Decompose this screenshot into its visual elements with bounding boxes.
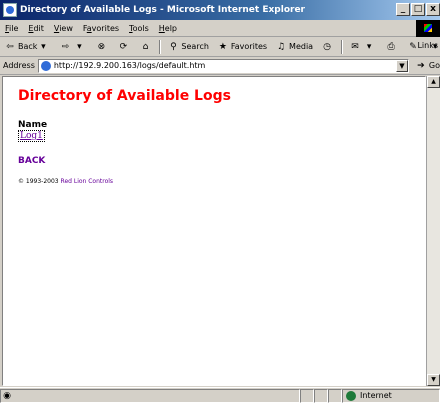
mail-icon: ✉ [351, 41, 359, 52]
forward-arrow-icon: ⇨ [61, 41, 70, 52]
home-button[interactable]: ⌂ [135, 38, 157, 56]
refresh-icon: ⟳ [119, 41, 128, 52]
toolbar-separator [159, 39, 162, 54]
forward-button[interactable]: ⇨ ▾ [55, 38, 91, 56]
company-link[interactable]: Red Lion Controls [61, 178, 114, 185]
print-button[interactable]: ⎙ [381, 38, 403, 56]
scroll-up-icon[interactable]: ▲ [427, 76, 440, 88]
window-title: Directory of Available Logs - Microsoft … [20, 5, 305, 15]
status-pane [314, 388, 328, 403]
page-status-icon: ◉ [3, 390, 11, 401]
page-content: Directory of Available Logs Name Log1 BA… [2, 76, 426, 386]
vertical-scrollbar[interactable]: ▲ ▼ [426, 76, 440, 386]
address-label: Address [3, 61, 35, 70]
go-arrow-icon: ➔ [417, 60, 425, 71]
menu-help[interactable]: Help [154, 24, 182, 33]
address-input[interactable]: http://192.9.200.163/logs/default.htm ▼ [37, 58, 409, 73]
menu-file[interactable]: File [0, 24, 23, 33]
go-button[interactable]: ➔ Go [415, 60, 440, 72]
menu-bar: File Edit View Favorites Tools Help [0, 20, 440, 37]
copyright-notice: © 1993-2003 Red Lion Controls [18, 178, 114, 185]
name-column-header: Name [18, 120, 48, 130]
page-title: Directory of Available Logs [18, 88, 231, 104]
favorites-button[interactable]: ★ Favorites [213, 38, 271, 56]
window-controls: _ □ x [396, 3, 440, 16]
links-label[interactable]: Links [417, 41, 438, 50]
log-link[interactable]: Log1 [18, 130, 45, 142]
status-pane [328, 388, 342, 403]
window-titlebar: Directory of Available Logs - Microsoft … [0, 0, 440, 20]
internet-zone-icon [346, 390, 356, 401]
back-arrow-icon: ⇦ [6, 41, 14, 52]
stop-button[interactable]: ⊗ [91, 38, 113, 56]
dropdown-icon: ▾ [77, 41, 82, 52]
maximize-button[interactable]: □ [411, 3, 425, 16]
scroll-down-icon[interactable]: ▼ [427, 374, 440, 386]
mail-button[interactable]: ✉ ▾ [345, 38, 381, 56]
page-icon [40, 60, 51, 71]
back-button[interactable]: ⇦ Back ▾ [0, 38, 55, 56]
refresh-button[interactable]: ⟳ [113, 38, 135, 56]
status-message: ◉ [0, 388, 300, 403]
dropdown-icon: ▾ [366, 41, 372, 52]
history-icon: ◷ [323, 41, 331, 52]
status-pane [300, 388, 314, 403]
address-bar: Address http://192.9.200.163/logs/defaul… [0, 57, 440, 75]
ie-app-icon [3, 3, 17, 17]
menu-edit[interactable]: Edit [23, 24, 49, 33]
back-link[interactable]: BACK [18, 156, 425, 166]
home-icon: ⌂ [142, 41, 149, 52]
close-button[interactable]: x [426, 3, 440, 16]
menu-favorites[interactable]: Favorites [78, 24, 124, 33]
toolbar-separator [341, 39, 344, 54]
security-zone: Internet [342, 388, 440, 403]
media-button[interactable]: ♫ Media [271, 38, 317, 56]
address-url: http://192.9.200.163/logs/default.htm [53, 61, 206, 70]
print-icon: ⎙ [387, 41, 395, 52]
standard-toolbar: ⇦ Back ▾ ⇨ ▾ ⊗ ⟳ ⌂ ⚲ Search ★ Favorites … [0, 37, 440, 57]
address-dropdown-icon[interactable]: ▼ [395, 59, 408, 72]
windows-logo-icon [416, 20, 440, 37]
minimize-button[interactable]: _ [396, 3, 410, 16]
search-button[interactable]: ⚲ Search [163, 38, 212, 56]
history-button[interactable]: ◷ [317, 38, 339, 56]
stop-icon: ⊗ [97, 41, 106, 52]
media-icon: ♫ [277, 41, 286, 52]
menu-view[interactable]: View [49, 24, 78, 33]
menu-tools[interactable]: Tools [124, 24, 154, 33]
favorites-icon: ★ [218, 41, 227, 52]
status-bar: ◉ Internet [0, 387, 440, 403]
search-icon: ⚲ [170, 41, 177, 52]
dropdown-icon: ▾ [41, 41, 46, 52]
